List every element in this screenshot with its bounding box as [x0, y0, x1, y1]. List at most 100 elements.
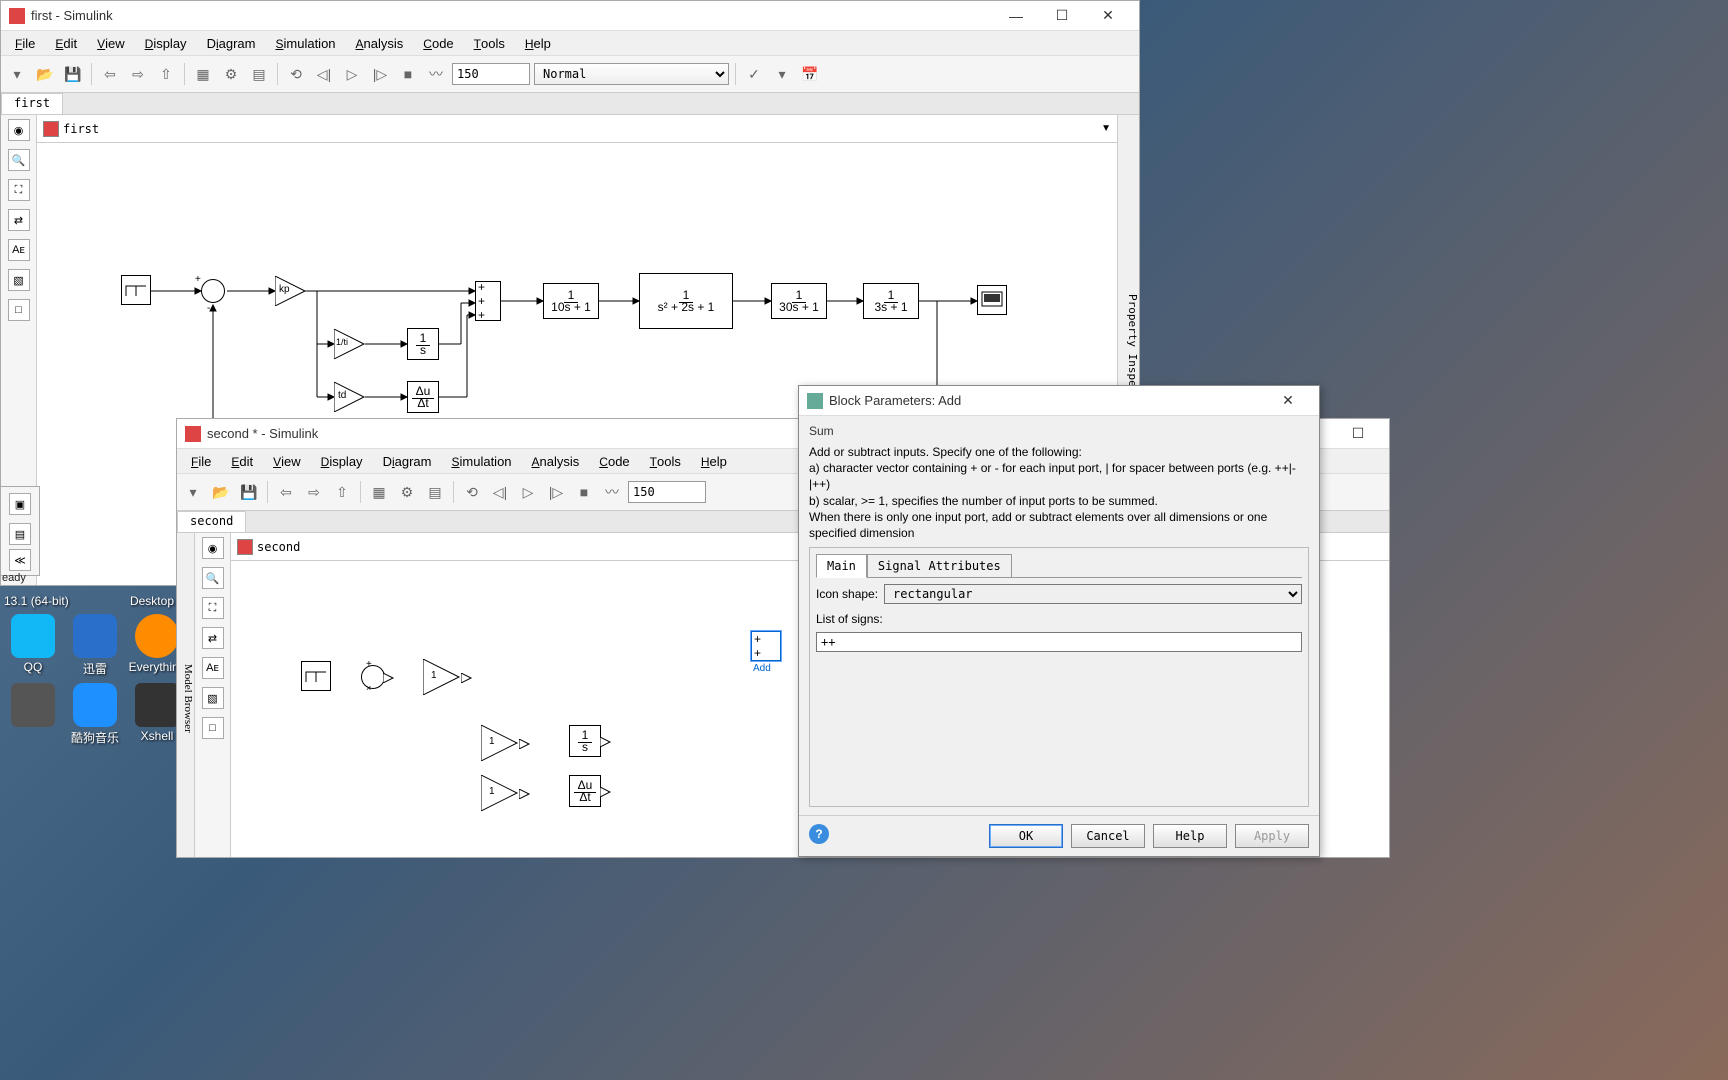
integrator-block[interactable]: 1s — [407, 328, 439, 360]
fit-icon[interactable]: ⛶ — [8, 179, 30, 201]
list-of-signs-input[interactable] — [816, 632, 1302, 652]
area-icon[interactable]: □ — [202, 717, 224, 739]
gain-ti-block[interactable]: 1/ti — [334, 329, 366, 359]
maximize-button[interactable]: ☐ — [1039, 1, 1085, 31]
close-button[interactable]: ✕ — [1085, 1, 1131, 31]
gain1-block[interactable]: 1 — [423, 659, 463, 695]
nav-hide-icon[interactable]: ◉ — [8, 119, 30, 141]
library-button[interactable]: ▦ — [191, 62, 215, 86]
gain-td-block[interactable]: td — [334, 382, 366, 412]
annotation-icon[interactable]: Aᴇ — [202, 657, 224, 679]
menu-code[interactable]: Code — [413, 32, 463, 55]
up-button[interactable]: ⇧ — [330, 480, 354, 504]
breadcrumb-dropdown-icon[interactable]: ▼ — [1101, 123, 1111, 134]
autoarrange-icon[interactable]: ⇄ — [202, 627, 224, 649]
help-button[interactable]: Help — [1153, 824, 1227, 848]
signal-button[interactable]: 〰 — [424, 62, 448, 86]
menu-display[interactable]: Display — [135, 32, 197, 55]
menu-diagram[interactable]: Diagram — [197, 32, 266, 55]
menu-simulation[interactable]: Simulation — [265, 32, 345, 55]
camera-icon[interactable]: ▣ — [9, 493, 31, 515]
sum-block[interactable] — [361, 665, 385, 689]
xunlei-icon[interactable]: 迅雷 — [66, 614, 124, 677]
new-button[interactable]: ▾ — [5, 62, 29, 86]
forward-button[interactable]: ⇨ — [126, 62, 150, 86]
zoom-search-icon[interactable]: 🔍 — [202, 567, 224, 589]
kugou-icon[interactable]: 酷狗音乐 — [66, 683, 124, 746]
fit-icon[interactable]: ⛶ — [202, 597, 224, 619]
stepback-button[interactable]: ◁| — [488, 480, 512, 504]
stoptime-input[interactable] — [628, 481, 706, 503]
run-button[interactable]: ▷ — [516, 480, 540, 504]
integrator-block[interactable]: 1s — [569, 725, 601, 757]
tab-second[interactable]: second — [177, 511, 246, 532]
tab-signal-attributes[interactable]: Signal Attributes — [867, 554, 1012, 578]
titlebar-first[interactable]: first - Simulink — ☐ ✕ — [1, 1, 1139, 31]
tf4-block[interactable]: 13s + 1 — [863, 283, 919, 319]
library-button[interactable]: ▦ — [367, 480, 391, 504]
menu-diagram[interactable]: Diagram — [373, 450, 442, 473]
save-button[interactable]: 💾 — [61, 62, 85, 86]
derivative-block[interactable]: ΔuΔt — [569, 775, 601, 807]
image-icon[interactable]: ▧ — [202, 687, 224, 709]
tab-first[interactable]: first — [1, 93, 63, 114]
maximize-button[interactable]: ☐ — [1335, 419, 1381, 449]
zoom-search-icon[interactable]: 🔍 — [8, 149, 30, 171]
area-icon[interactable]: □ — [8, 299, 30, 321]
menu-simulation[interactable]: Simulation — [441, 450, 521, 473]
sum-rect-block[interactable]: +++ — [475, 281, 501, 321]
step-block[interactable] — [121, 275, 151, 305]
ok-button[interactable]: OK — [989, 824, 1063, 848]
menu-analysis[interactable]: Analysis — [522, 450, 590, 473]
menu-file[interactable]: File — [181, 450, 221, 473]
menu-tools[interactable]: Tools — [640, 450, 691, 473]
step-block[interactable] — [301, 661, 331, 691]
stop-button[interactable]: ■ — [396, 62, 420, 86]
stop-button[interactable]: ■ — [572, 480, 596, 504]
autoarrange-icon[interactable]: ⇄ — [8, 209, 30, 231]
dialog-titlebar[interactable]: Block Parameters: Add ✕ — [799, 386, 1319, 416]
forward-button[interactable]: ⇨ — [302, 480, 326, 504]
gain2-block[interactable]: 1 — [481, 725, 521, 761]
menu-code[interactable]: Code — [589, 450, 639, 473]
help-icon[interactable]: ? — [809, 824, 829, 844]
fastrestart-button[interactable]: ⟲ — [284, 62, 308, 86]
record-icon[interactable]: ▤ — [9, 523, 31, 545]
derivative-block[interactable]: ΔuΔt — [407, 381, 439, 413]
scope-block[interactable] — [977, 285, 1007, 315]
icon-shape-select[interactable]: rectangular — [884, 584, 1302, 604]
apply-button[interactable]: Apply — [1235, 824, 1309, 848]
simmode-select[interactable]: Normal — [534, 63, 729, 85]
fastrestart-button[interactable]: ⟲ — [460, 480, 484, 504]
qq-icon[interactable]: QQ — [4, 614, 62, 677]
explorer-button[interactable]: ▤ — [423, 480, 447, 504]
add-block[interactable]: ++ — [751, 631, 781, 661]
dialog-close-button[interactable]: ✕ — [1265, 386, 1311, 416]
config-button[interactable]: ⚙ — [395, 480, 419, 504]
gain-kp-block[interactable]: kp — [275, 276, 307, 306]
stepfwd-button[interactable]: |▷ — [368, 62, 392, 86]
tf2-block[interactable]: 1s² + 2s + 1 — [639, 273, 733, 329]
gain3-block[interactable]: 1 — [481, 775, 521, 811]
open-button[interactable]: 📂 — [33, 62, 57, 86]
menu-edit[interactable]: Edit — [45, 32, 87, 55]
model-browser[interactable]: Model Browser — [177, 533, 195, 857]
stepfwd-button[interactable]: |▷ — [544, 480, 568, 504]
nav-hide-icon[interactable]: ◉ — [202, 537, 224, 559]
menu-edit[interactable]: Edit — [221, 450, 263, 473]
cancel-button[interactable]: Cancel — [1071, 824, 1145, 848]
tab-main[interactable]: Main — [816, 554, 867, 578]
back-button[interactable]: ⇦ — [274, 480, 298, 504]
image-icon[interactable]: ▧ — [8, 269, 30, 291]
collapse-icon[interactable]: ≪ — [9, 549, 31, 571]
signal-button[interactable]: 〰 — [600, 480, 624, 504]
wechat-icon[interactable] — [4, 683, 62, 746]
sum-block[interactable] — [201, 279, 225, 303]
up-button[interactable]: ⇧ — [154, 62, 178, 86]
tf1-block[interactable]: 110s + 1 — [543, 283, 599, 319]
menu-tools[interactable]: Tools — [464, 32, 515, 55]
new-button[interactable]: ▾ — [181, 480, 205, 504]
explorer-button[interactable]: ▤ — [247, 62, 271, 86]
open-button[interactable]: 📂 — [209, 480, 233, 504]
menu-help[interactable]: Help — [515, 32, 561, 55]
